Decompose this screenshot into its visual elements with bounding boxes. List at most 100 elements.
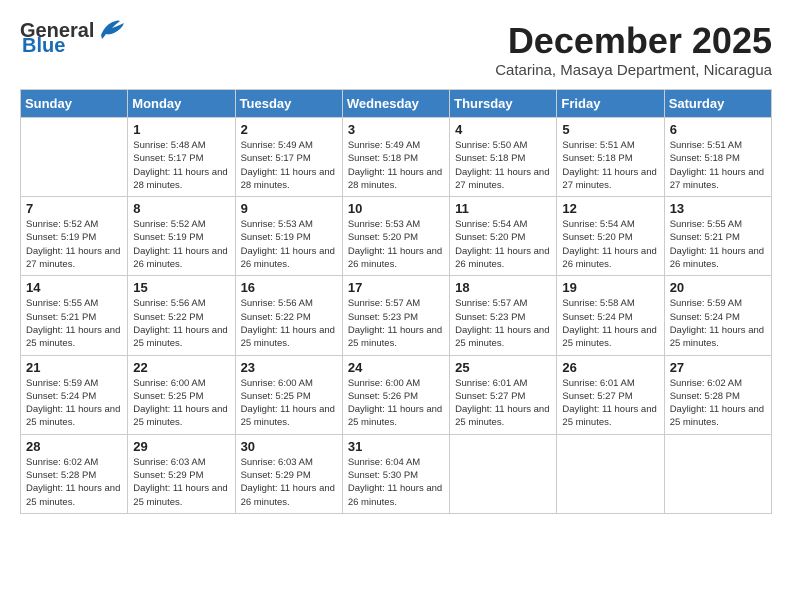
day-number: 19 — [562, 280, 658, 295]
calendar-cell: 13 Sunrise: 5:55 AMSunset: 5:21 PMDayligh… — [664, 197, 771, 276]
day-info: Sunrise: 6:02 AMSunset: 5:28 PMDaylight:… — [670, 377, 766, 430]
header: General Blue December 2025 Catarina, Mas… — [20, 20, 772, 79]
calendar-cell: 20 Sunrise: 5:59 AMSunset: 5:24 PMDayligh… — [664, 276, 771, 355]
calendar-cell: 7Sunrise: 5:52 AMSunset: 5:19 PMDaylight… — [21, 197, 128, 276]
calendar-cell: 3Sunrise: 5:49 AMSunset: 5:18 PMDaylight… — [342, 118, 449, 197]
day-info: Sunrise: 5:59 AMSunset: 5:24 PMDaylight:… — [26, 377, 122, 430]
calendar-cell — [664, 434, 771, 513]
day-number: 4 — [455, 122, 551, 137]
day-number: 9 — [241, 201, 337, 216]
day-number: 21 — [26, 360, 122, 375]
day-number: 22 — [133, 360, 229, 375]
day-info: Sunrise: 5:52 AMSunset: 5:19 PMDaylight:… — [26, 218, 122, 271]
weekday-header-sunday: Sunday — [21, 90, 128, 118]
calendar-week-row: 7Sunrise: 5:52 AMSunset: 5:19 PMDaylight… — [21, 197, 772, 276]
calendar-cell: 10 Sunrise: 5:53 AMSunset: 5:20 PMDayligh… — [342, 197, 449, 276]
day-number: 13 — [670, 201, 766, 216]
day-number: 18 — [455, 280, 551, 295]
weekday-header-tuesday: Tuesday — [235, 90, 342, 118]
calendar-cell: 2 Sunrise: 5:49 AMSunset: 5:17 PMDaylight… — [235, 118, 342, 197]
day-info: Sunrise: 6:04 AMSunset: 5:30 PMDaylight:… — [348, 456, 444, 509]
month-title: December 2025 — [495, 20, 772, 62]
day-number: 29 — [133, 439, 229, 454]
calendar-table: SundayMondayTuesdayWednesdayThursdayFrid… — [20, 89, 772, 514]
day-info: Sunrise: 6:03 AMSunset: 5:29 PMDaylight:… — [133, 456, 229, 509]
day-number: 24 — [348, 360, 444, 375]
day-info: Sunrise: 5:53 AMSunset: 5:20 PMDaylight:… — [348, 218, 444, 271]
weekday-header-saturday: Saturday — [664, 90, 771, 118]
calendar-cell: 29 Sunrise: 6:03 AMSunset: 5:29 PMDayligh… — [128, 434, 235, 513]
weekday-header-wednesday: Wednesday — [342, 90, 449, 118]
day-info: Sunrise: 5:49 AMSunset: 5:17 PMDaylight:… — [241, 139, 337, 192]
day-number: 17 — [348, 280, 444, 295]
day-number: 8 — [133, 201, 229, 216]
day-info: Sunrise: 5:59 AMSunset: 5:24 PMDaylight:… — [670, 297, 766, 350]
calendar-cell: 5 Sunrise: 5:51 AMSunset: 5:18 PMDaylight… — [557, 118, 664, 197]
calendar-cell: 16 Sunrise: 5:56 AMSunset: 5:22 PMDayligh… — [235, 276, 342, 355]
calendar-cell: 23 Sunrise: 6:00 AMSunset: 5:25 PMDayligh… — [235, 355, 342, 434]
weekday-header-thursday: Thursday — [450, 90, 557, 118]
day-info: Sunrise: 6:00 AMSunset: 5:25 PMDaylight:… — [241, 377, 337, 430]
calendar-cell: 24Sunrise: 6:00 AMSunset: 5:26 PMDayligh… — [342, 355, 449, 434]
day-info: Sunrise: 5:58 AMSunset: 5:24 PMDaylight:… — [562, 297, 658, 350]
day-number: 16 — [241, 280, 337, 295]
calendar-cell: 8Sunrise: 5:52 AMSunset: 5:19 PMDaylight… — [128, 197, 235, 276]
calendar-cell: 31 Sunrise: 6:04 AMSunset: 5:30 PMDayligh… — [342, 434, 449, 513]
calendar-cell: 6Sunrise: 5:51 AMSunset: 5:18 PMDaylight… — [664, 118, 771, 197]
day-info: Sunrise: 5:51 AMSunset: 5:18 PMDaylight:… — [562, 139, 658, 192]
calendar-cell: 12 Sunrise: 5:54 AMSunset: 5:20 PMDayligh… — [557, 197, 664, 276]
day-info: Sunrise: 5:57 AMSunset: 5:23 PMDaylight:… — [348, 297, 444, 350]
weekday-header-row: SundayMondayTuesdayWednesdayThursdayFrid… — [21, 90, 772, 118]
day-number: 30 — [241, 439, 337, 454]
day-number: 31 — [348, 439, 444, 454]
day-info: Sunrise: 5:55 AMSunset: 5:21 PMDaylight:… — [670, 218, 766, 271]
weekday-header-monday: Monday — [128, 90, 235, 118]
day-info: Sunrise: 5:55 AMSunset: 5:21 PMDaylight:… — [26, 297, 122, 350]
calendar-cell: 25Sunrise: 6:01 AMSunset: 5:27 PMDayligh… — [450, 355, 557, 434]
calendar-cell: 28 Sunrise: 6:02 AMSunset: 5:28 PMDayligh… — [21, 434, 128, 513]
location-subtitle: Catarina, Masaya Department, Nicaragua — [495, 62, 772, 79]
day-info: Sunrise: 5:54 AMSunset: 5:20 PMDaylight:… — [455, 218, 551, 271]
day-number: 1 — [133, 122, 229, 137]
day-number: 12 — [562, 201, 658, 216]
day-info: Sunrise: 6:01 AMSunset: 5:27 PMDaylight:… — [455, 377, 551, 430]
day-info: Sunrise: 6:02 AMSunset: 5:28 PMDaylight:… — [26, 456, 122, 509]
calendar-cell: 4 Sunrise: 5:50 AMSunset: 5:18 PMDaylight… — [450, 118, 557, 197]
title-area: December 2025 Catarina, Masaya Departmen… — [495, 20, 772, 79]
logo-bird-icon — [96, 19, 126, 41]
day-info: Sunrise: 5:56 AMSunset: 5:22 PMDaylight:… — [133, 297, 229, 350]
day-number: 26 — [562, 360, 658, 375]
day-number: 10 — [348, 201, 444, 216]
calendar-cell: 22 Sunrise: 6:00 AMSunset: 5:25 PMDayligh… — [128, 355, 235, 434]
day-number: 5 — [562, 122, 658, 137]
logo-blue-text: Blue — [22, 35, 65, 58]
calendar-cell — [557, 434, 664, 513]
calendar-week-row: 21 Sunrise: 5:59 AMSunset: 5:24 PMDayligh… — [21, 355, 772, 434]
day-info: Sunrise: 5:54 AMSunset: 5:20 PMDaylight:… — [562, 218, 658, 271]
day-info: Sunrise: 5:53 AMSunset: 5:19 PMDaylight:… — [241, 218, 337, 271]
day-number: 15 — [133, 280, 229, 295]
day-number: 14 — [26, 280, 122, 295]
day-info: Sunrise: 5:49 AMSunset: 5:18 PMDaylight:… — [348, 139, 444, 192]
day-info: Sunrise: 5:48 AMSunset: 5:17 PMDaylight:… — [133, 139, 229, 192]
calendar-cell: 1 Sunrise: 5:48 AMSunset: 5:17 PMDaylight… — [128, 118, 235, 197]
calendar-cell: 26Sunrise: 6:01 AMSunset: 5:27 PMDayligh… — [557, 355, 664, 434]
day-number: 11 — [455, 201, 551, 216]
calendar-cell — [21, 118, 128, 197]
day-info: Sunrise: 6:03 AMSunset: 5:29 PMDaylight:… — [241, 456, 337, 509]
day-info: Sunrise: 5:56 AMSunset: 5:22 PMDaylight:… — [241, 297, 337, 350]
day-info: Sunrise: 5:50 AMSunset: 5:18 PMDaylight:… — [455, 139, 551, 192]
day-number: 20 — [670, 280, 766, 295]
calendar-cell — [450, 434, 557, 513]
calendar-cell: 9 Sunrise: 5:53 AMSunset: 5:19 PMDaylight… — [235, 197, 342, 276]
day-number: 27 — [670, 360, 766, 375]
calendar-week-row: 1 Sunrise: 5:48 AMSunset: 5:17 PMDaylight… — [21, 118, 772, 197]
calendar-cell: 17 Sunrise: 5:57 AMSunset: 5:23 PMDayligh… — [342, 276, 449, 355]
calendar-cell: 18Sunrise: 5:57 AMSunset: 5:23 PMDayligh… — [450, 276, 557, 355]
day-number: 23 — [241, 360, 337, 375]
day-number: 2 — [241, 122, 337, 137]
day-number: 6 — [670, 122, 766, 137]
calendar-cell: 19 Sunrise: 5:58 AMSunset: 5:24 PMDayligh… — [557, 276, 664, 355]
day-info: Sunrise: 6:00 AMSunset: 5:25 PMDaylight:… — [133, 377, 229, 430]
day-number: 28 — [26, 439, 122, 454]
